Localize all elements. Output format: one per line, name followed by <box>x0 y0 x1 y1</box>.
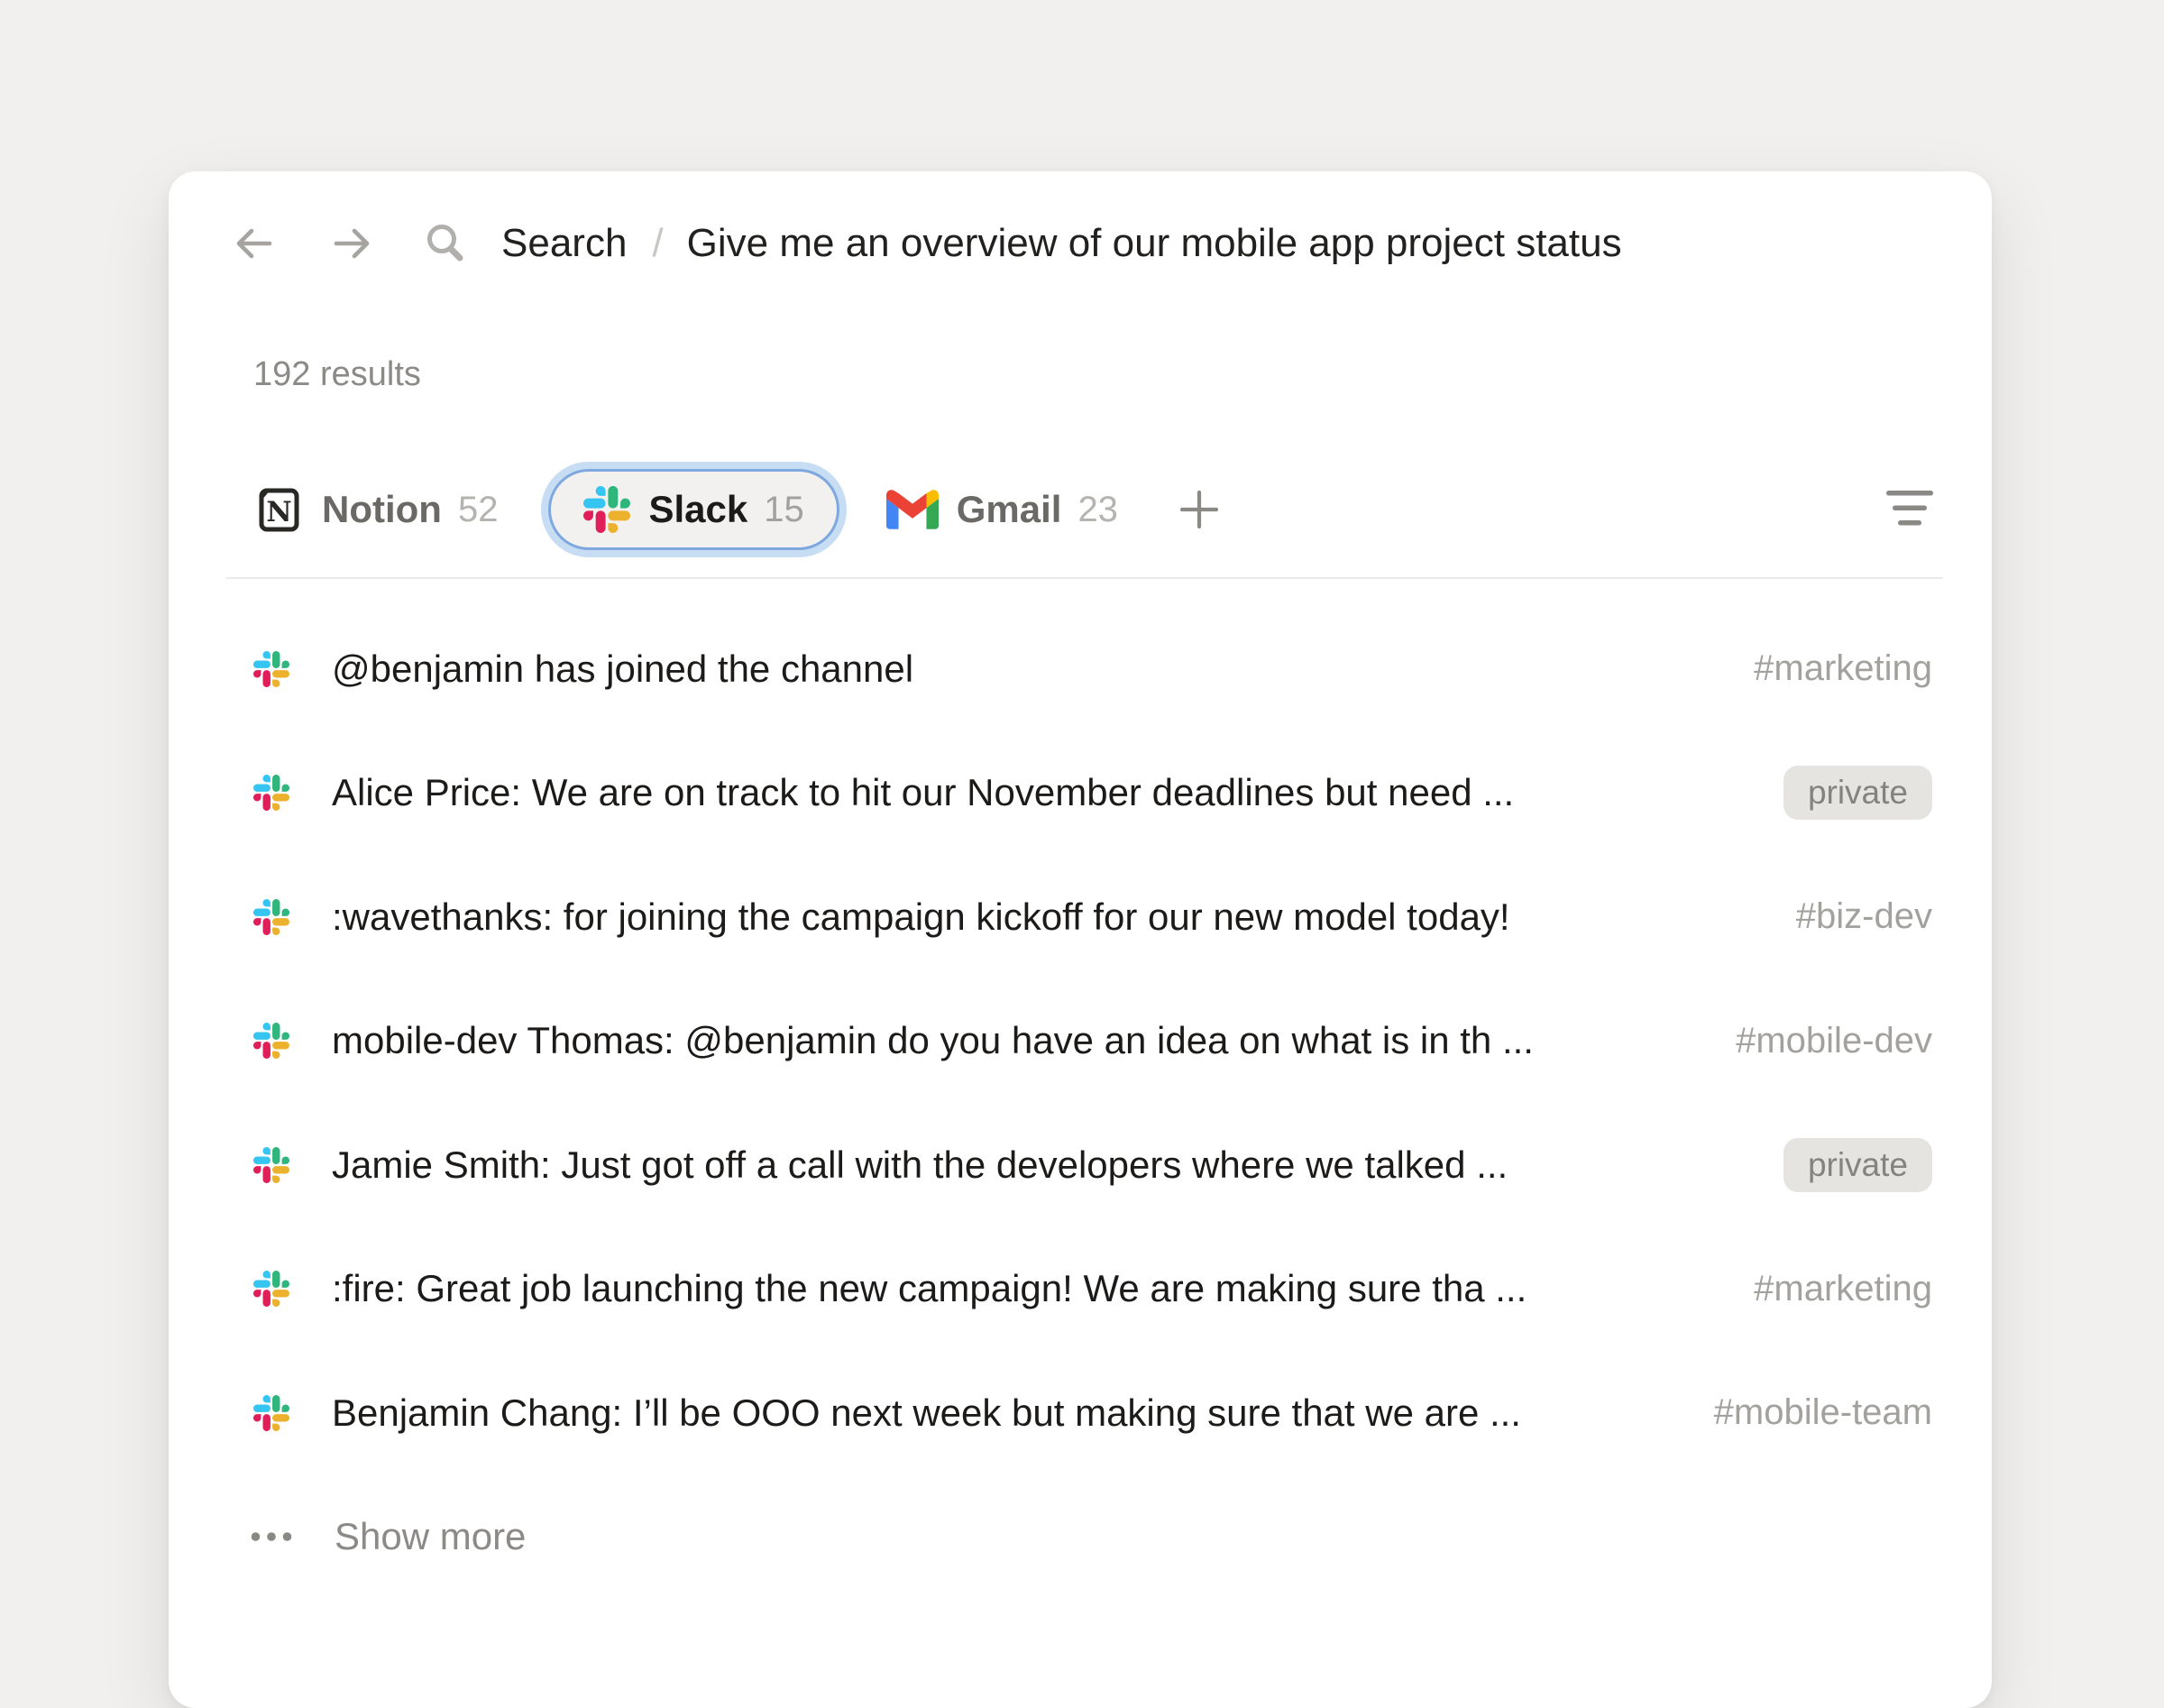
tab-notion[interactable]: Notion 52 <box>253 484 498 535</box>
private-badge: private <box>1783 1138 1932 1192</box>
search-icon <box>424 222 467 265</box>
slack-icon <box>253 1147 289 1183</box>
tab-slack-selected[interactable]: Slack 15 <box>548 469 839 550</box>
result-title: :fire: Great job launching the new campa… <box>332 1267 1718 1310</box>
notion-icon <box>253 484 304 535</box>
result-title: Alice Price: We are on track to hit our … <box>332 771 1747 814</box>
source-filter-tabs: Notion 52 Slack 15 Gmail 23 <box>253 469 1221 550</box>
show-more-button[interactable]: Show more <box>253 1475 1932 1600</box>
results-count: 192 results <box>253 354 421 394</box>
slack-icon <box>253 651 289 687</box>
slack-icon <box>253 775 289 811</box>
top-bar: Search / Give me an overview of our mobi… <box>233 218 1622 269</box>
result-title: :wavethanks: for joining the campaign ki… <box>332 895 1760 939</box>
result-row[interactable]: Jamie Smith: Just got off a call with th… <box>253 1103 1932 1227</box>
result-list: @benjamin has joined the channel #market… <box>253 607 1932 1599</box>
result-channel: #marketing <box>1754 1269 1932 1309</box>
tab-gmail[interactable]: Gmail 23 <box>886 488 1118 531</box>
result-channel: #mobile-dev <box>1736 1021 1932 1061</box>
result-row[interactable]: Benjamin Chang: I’ll be OOO next week bu… <box>253 1351 1932 1475</box>
search-breadcrumb-label: Search <box>501 221 627 266</box>
tab-count: 23 <box>1077 490 1118 530</box>
tab-count: 15 <box>764 490 804 530</box>
filter-sort-icon[interactable] <box>1885 489 1934 528</box>
result-row[interactable]: Alice Price: We are on track to hit our … <box>253 731 1932 856</box>
result-title: Benjamin Chang: I’ll be OOO next week bu… <box>332 1391 1678 1435</box>
slack-icon <box>583 486 630 533</box>
tab-label: Gmail <box>957 488 1062 531</box>
result-title: Jamie Smith: Just got off a call with th… <box>332 1143 1747 1187</box>
result-title: @benjamin has joined the channel <box>332 647 1718 691</box>
slack-icon <box>253 899 289 935</box>
private-badge: private <box>1783 766 1932 820</box>
tab-label: Slack <box>648 488 747 531</box>
slack-icon <box>253 1395 289 1431</box>
forward-arrow-icon[interactable] <box>330 222 373 265</box>
add-filter-plus-icon[interactable] <box>1178 488 1221 531</box>
result-row[interactable]: mobile-dev Thomas: @benjamin do you have… <box>253 979 1932 1104</box>
result-channel: #marketing <box>1754 648 1932 689</box>
back-arrow-icon[interactable] <box>233 222 276 265</box>
result-channel: #mobile-team <box>1714 1392 1932 1433</box>
search-query-input[interactable]: Give me an overview of our mobile app pr… <box>687 221 1622 266</box>
show-more-label: Show more <box>335 1515 526 1558</box>
gmail-icon <box>886 490 939 529</box>
search-results-window: Search / Give me an overview of our mobi… <box>169 171 1992 1708</box>
result-title: mobile-dev Thomas: @benjamin do you have… <box>332 1019 1700 1062</box>
tab-count: 52 <box>458 490 499 530</box>
result-row[interactable]: :wavethanks: for joining the campaign ki… <box>253 855 1932 979</box>
divider <box>226 577 1943 579</box>
result-row[interactable]: @benjamin has joined the channel #market… <box>253 607 1932 731</box>
result-channel: #biz-dev <box>1796 896 1932 937</box>
result-row[interactable]: :fire: Great job launching the new campa… <box>253 1227 1932 1352</box>
breadcrumb-separator: / <box>652 221 663 266</box>
slack-icon <box>253 1271 289 1307</box>
ellipsis-icon <box>251 1531 292 1542</box>
slack-icon <box>253 1023 289 1059</box>
tab-label: Notion <box>322 488 442 531</box>
